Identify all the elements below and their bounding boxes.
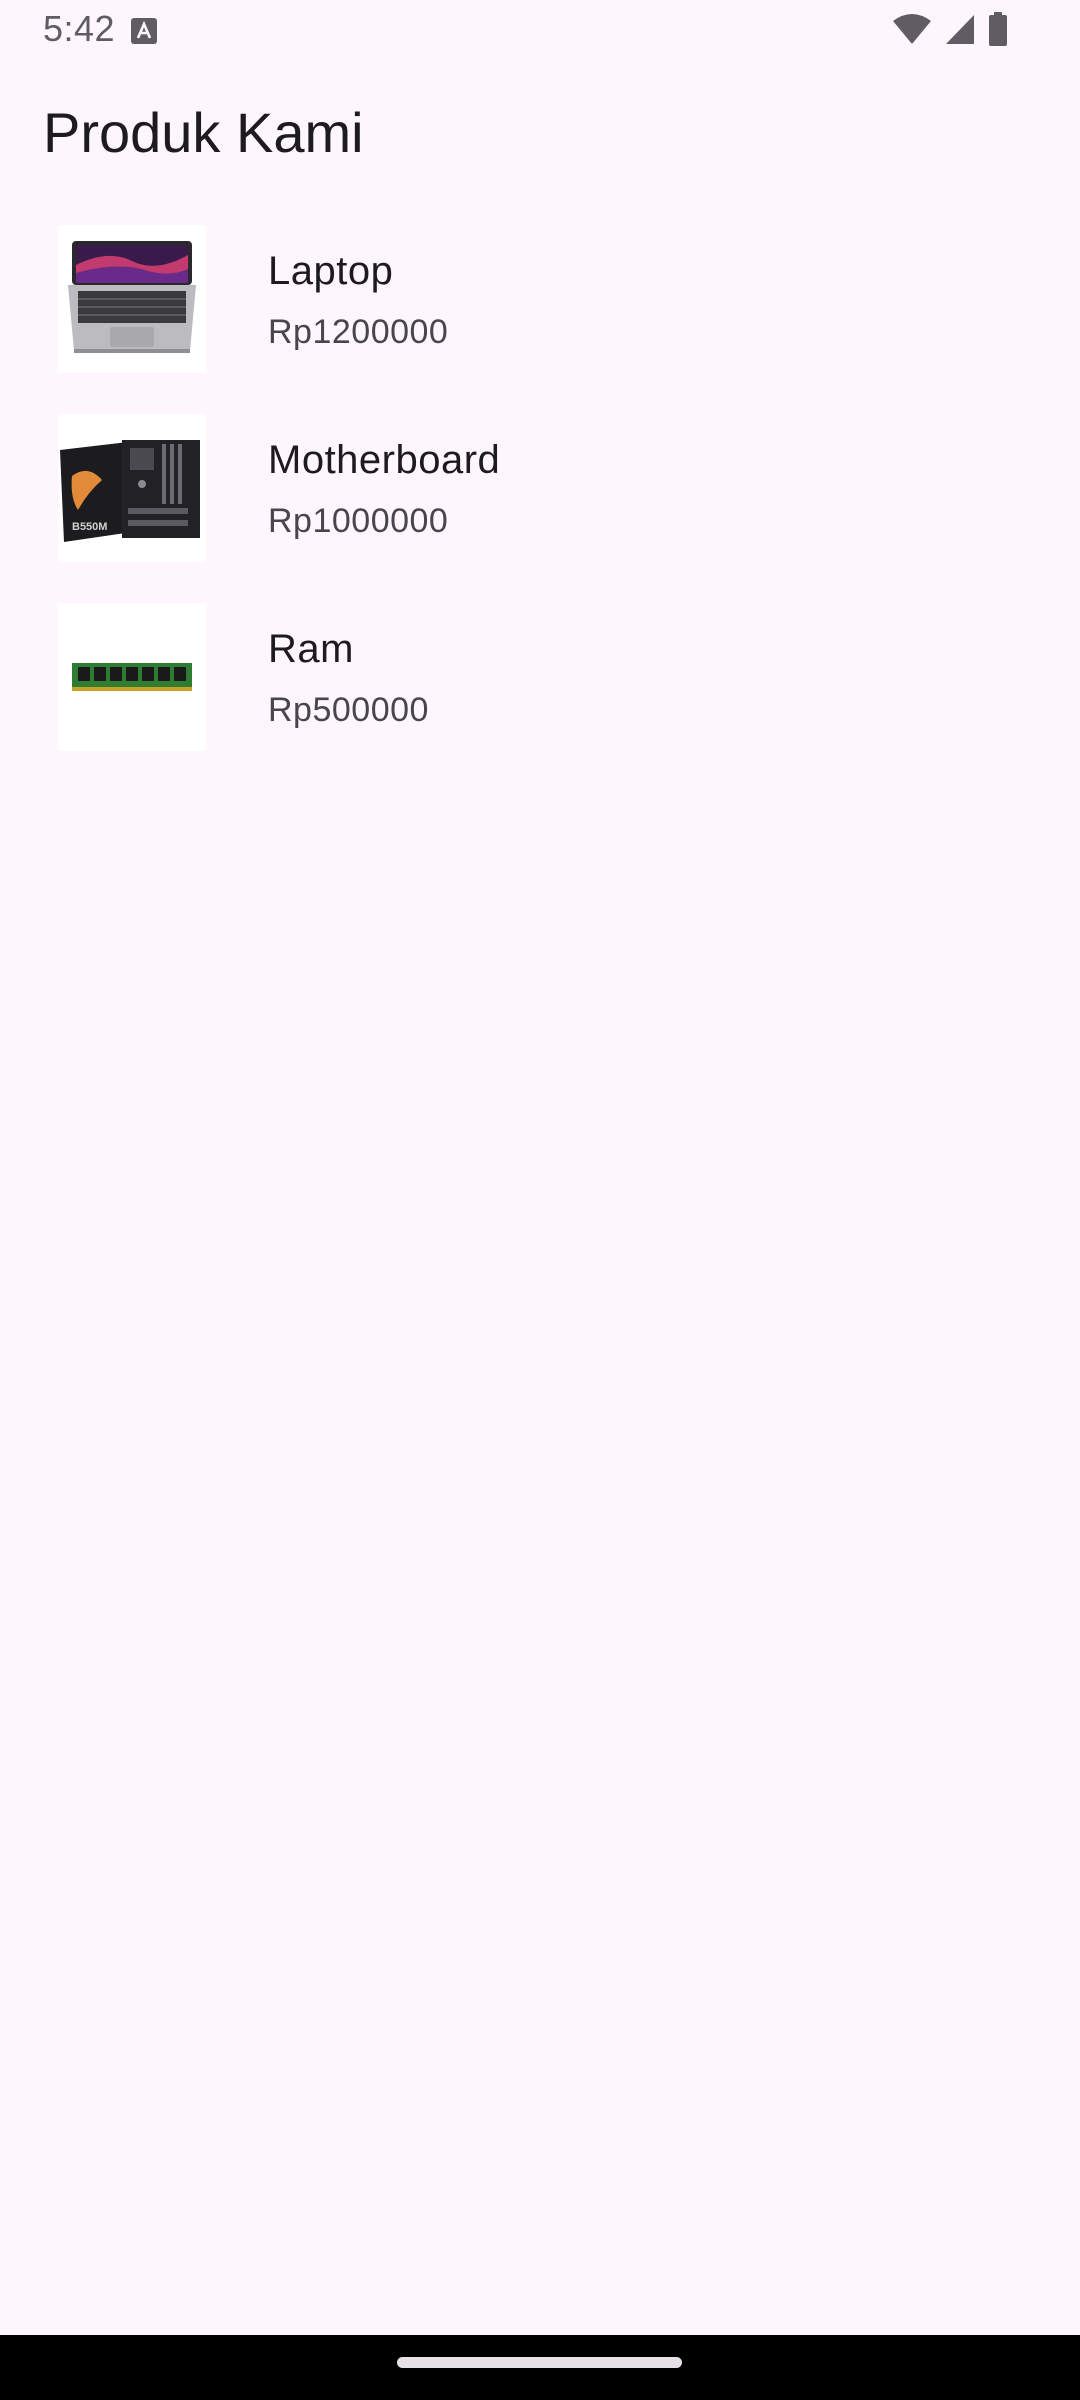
svg-text:B550M: B550M xyxy=(72,521,107,533)
product-list: Laptop Rp1200000 B550M Motherboard Rp100… xyxy=(0,225,1080,792)
product-name: Laptop xyxy=(268,249,394,293)
product-item-laptop[interactable]: Laptop Rp1200000 xyxy=(0,225,1080,414)
product-price: Rp1200000 xyxy=(268,313,449,351)
status-bar: 5:42 xyxy=(0,0,1080,62)
ram-image xyxy=(58,603,206,751)
product-name: Motherboard xyxy=(268,438,501,482)
cell-signal-icon xyxy=(944,13,976,50)
motherboard-image: B550M xyxy=(58,414,206,562)
home-indicator[interactable] xyxy=(397,2357,682,2368)
wifi-icon xyxy=(892,13,932,50)
status-time: 5:42 xyxy=(43,8,116,49)
product-item-ram[interactable]: Ram Rp500000 xyxy=(0,603,1080,792)
laptop-image xyxy=(58,225,206,373)
keyboard-a-icon xyxy=(131,18,157,44)
product-price: Rp1000000 xyxy=(268,502,449,540)
product-name: Ram xyxy=(268,627,354,671)
page-title: Produk Kami xyxy=(43,101,364,164)
battery-icon xyxy=(988,11,1008,51)
product-item-motherboard[interactable]: B550M Motherboard Rp1000000 xyxy=(0,414,1080,603)
status-icons xyxy=(892,11,1008,51)
product-price: Rp500000 xyxy=(268,691,429,729)
